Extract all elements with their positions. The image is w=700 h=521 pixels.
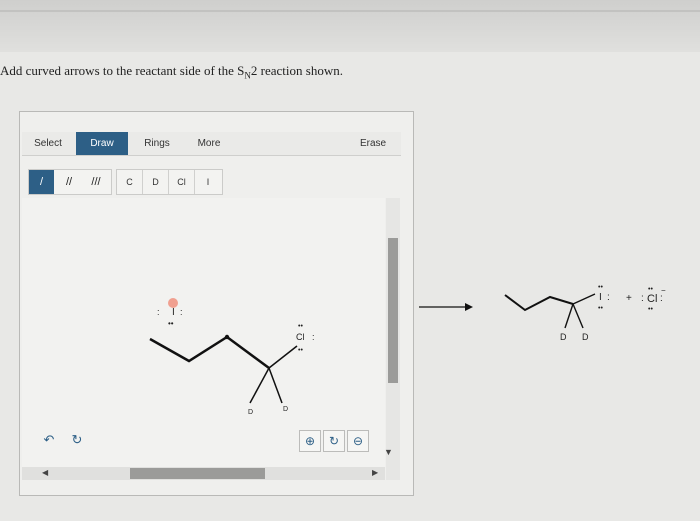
product-deuterium-left: D bbox=[560, 332, 567, 342]
iodide-label: I bbox=[172, 307, 175, 318]
i-lone-pair-bottom: •• bbox=[598, 305, 603, 312]
double-bond-button[interactable]: // bbox=[57, 170, 81, 194]
scroll-down-icon[interactable]: ▼ bbox=[384, 447, 393, 457]
element-tools: C D Cl I bbox=[116, 169, 223, 195]
c-d-bond-right bbox=[268, 367, 283, 404]
horizontal-scrollbar[interactable]: ◀ ▶ bbox=[22, 467, 385, 480]
zoom-out-icon[interactable]: ⊖ bbox=[347, 430, 369, 452]
cl-anion-lone-pair-top: •• bbox=[648, 286, 653, 293]
element-c-button[interactable]: C bbox=[117, 170, 143, 194]
more-tab[interactable]: More bbox=[186, 132, 232, 155]
deuterium-right-label: D bbox=[283, 406, 288, 413]
c-d-bond-left bbox=[249, 367, 270, 404]
prompt-text-after: 2 reaction shown. bbox=[250, 63, 343, 78]
product-iodine-label: I bbox=[599, 292, 602, 303]
product-deuterium-right: D bbox=[582, 332, 589, 342]
product-chain bbox=[504, 294, 574, 312]
element-d-button[interactable]: D bbox=[143, 170, 169, 194]
bond-tools: / // /// bbox=[28, 169, 112, 195]
cl-anion-lone-pair-left: : bbox=[641, 293, 644, 304]
cl-lone-pair-bottom: •• bbox=[298, 347, 303, 354]
carbon-chain bbox=[149, 335, 270, 370]
select-tab[interactable]: Select bbox=[24, 132, 72, 155]
c-i-bond bbox=[572, 293, 596, 305]
undo-icon[interactable]: ↶ bbox=[40, 431, 58, 449]
reaction-arrow-head bbox=[465, 303, 473, 311]
prompt-text-before: Add curved arrows to the reactant side o… bbox=[0, 63, 245, 78]
c-cl-bond bbox=[268, 345, 298, 369]
cl-anion-lone-pair-bottom: •• bbox=[648, 306, 653, 313]
horizontal-scroll-thumb[interactable] bbox=[130, 468, 265, 479]
zoom-reset-icon[interactable]: ↻ bbox=[323, 430, 345, 452]
chloride-charge: − bbox=[661, 286, 666, 295]
iodide-lone-pair-bottom: •• bbox=[168, 319, 174, 328]
vertical-scrollbar[interactable] bbox=[386, 198, 400, 480]
product-structure: I •• •• : + : Cl : − •• •• D D bbox=[419, 284, 666, 342]
iodide-lone-pair-left: : bbox=[157, 307, 160, 317]
element-cl-button[interactable]: Cl bbox=[169, 170, 195, 194]
product-c-d-bond-right bbox=[572, 303, 584, 329]
element-i-button[interactable]: I bbox=[195, 170, 221, 194]
scroll-right-icon[interactable]: ▶ bbox=[372, 468, 378, 477]
i-lone-pair-top: •• bbox=[598, 284, 603, 291]
chlorine-label: Cl bbox=[296, 332, 305, 342]
molecule-editor: Select Draw Rings More Erase / // /// C … bbox=[19, 111, 414, 496]
redo-icon[interactable]: ↻ bbox=[68, 431, 86, 449]
atom-dot bbox=[224, 334, 230, 340]
deuterium-left-label: D bbox=[248, 409, 253, 416]
scroll-left-icon[interactable]: ◀ bbox=[42, 468, 48, 477]
cl-lone-pair-right: : bbox=[312, 332, 315, 342]
cl-lone-pair-top: •• bbox=[298, 323, 303, 330]
product-c-d-bond-left bbox=[564, 303, 574, 329]
top-divider bbox=[0, 10, 700, 12]
vertical-scroll-thumb[interactable] bbox=[388, 238, 398, 383]
iodide-lone-pair-right: : bbox=[180, 307, 183, 317]
draw-tab[interactable]: Draw bbox=[76, 132, 128, 155]
i-lone-pair-right: : bbox=[607, 292, 610, 303]
question-prompt: Add curved arrows to the reactant side o… bbox=[0, 63, 343, 81]
rings-tab[interactable]: Rings bbox=[134, 132, 180, 155]
plus-sign: + bbox=[626, 293, 632, 304]
editor-toolbar: Select Draw Rings More Erase bbox=[22, 132, 401, 156]
product-side: I •• •• : + : Cl : − •• •• D D bbox=[415, 260, 700, 350]
triple-bond-button[interactable]: /// bbox=[83, 170, 109, 194]
erase-button[interactable]: Erase bbox=[350, 132, 396, 155]
browser-top-strip bbox=[0, 0, 700, 52]
chloride-label: Cl bbox=[647, 293, 657, 305]
single-bond-button[interactable]: / bbox=[29, 170, 54, 194]
zoom-in-icon[interactable]: ⊕ bbox=[299, 430, 321, 452]
